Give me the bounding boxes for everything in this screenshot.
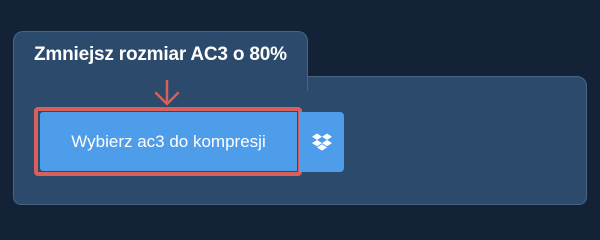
arrow-down-icon <box>154 79 180 106</box>
dropbox-icon <box>311 133 332 151</box>
choose-file-button[interactable]: Wybierz ac3 do kompresji <box>40 112 297 171</box>
choose-file-label: Wybierz ac3 do kompresji <box>71 131 266 151</box>
panel-seam <box>14 74 307 78</box>
dropbox-button[interactable] <box>299 112 344 172</box>
panel-title: Zmniejsz rozmiar AC3 o 80% <box>34 44 287 65</box>
